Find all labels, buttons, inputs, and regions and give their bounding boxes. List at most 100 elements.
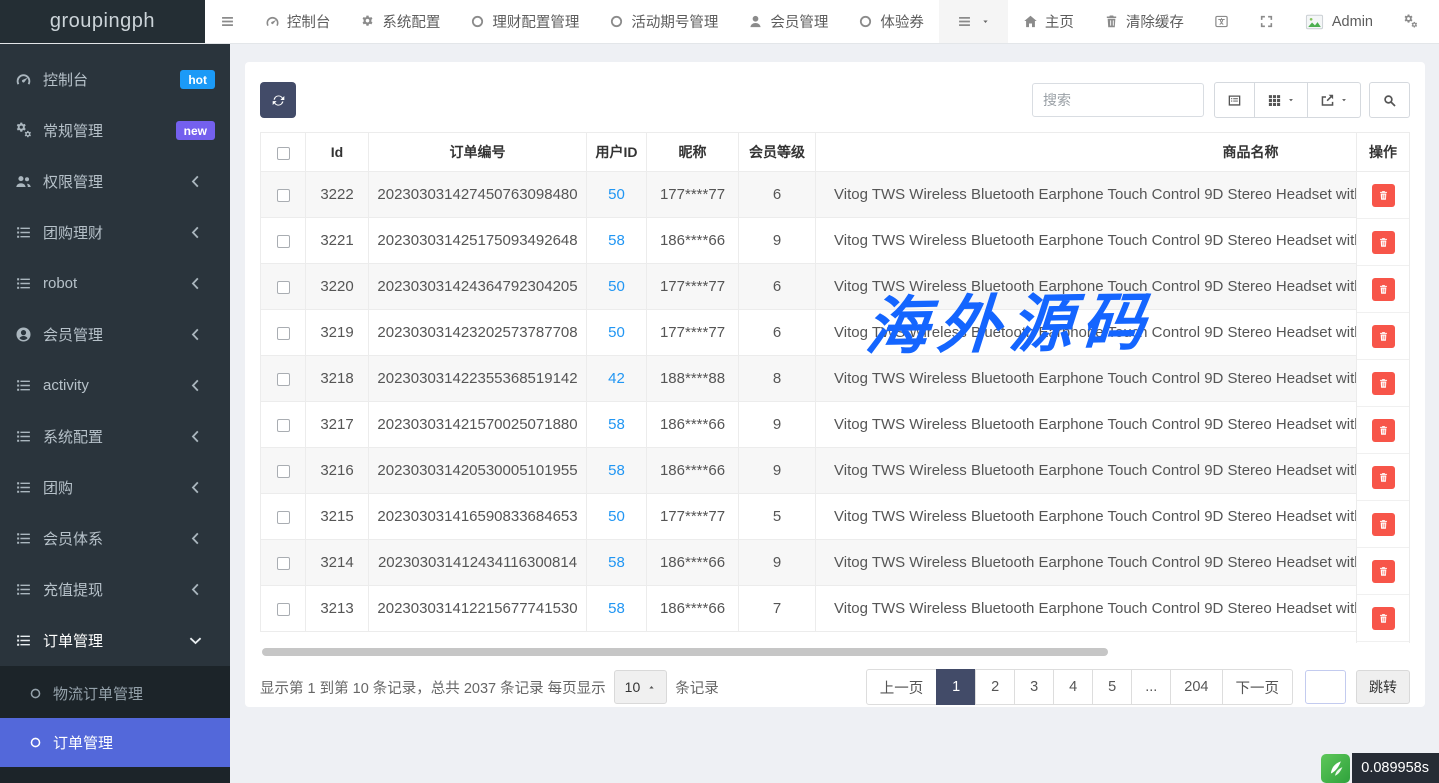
chevron-left-icon	[187, 326, 204, 343]
row-checkbox[interactable]	[277, 419, 290, 432]
delete-button[interactable]	[1372, 607, 1395, 630]
row-checkbox[interactable]	[277, 465, 290, 478]
nav-home-label: 主页	[1045, 11, 1074, 32]
user-id-link[interactable]: 42	[608, 370, 625, 387]
nav-menu-dropdown[interactable]	[939, 0, 1008, 43]
row-checkbox[interactable]	[277, 557, 290, 570]
sidebar-item-general-management[interactable]: 常规管理new	[0, 105, 230, 156]
delete-button[interactable]	[1372, 278, 1395, 301]
delete-button[interactable]	[1372, 419, 1395, 442]
sidebar-item-member-management[interactable]: 会员管理	[0, 309, 230, 360]
nav-admin-user[interactable]: Admin	[1289, 0, 1388, 43]
nav-activity-period[interactable]: 活动期号管理	[594, 0, 733, 43]
delete-button[interactable]	[1372, 466, 1395, 489]
sidebar-item-groupbuy[interactable]: 团购	[0, 462, 230, 513]
grid-icon	[1267, 93, 1282, 108]
next-page-button[interactable]: 下一页	[1222, 669, 1294, 705]
users-icon	[15, 173, 32, 190]
nav-voucher[interactable]: 体验券	[843, 0, 939, 43]
sidebar-subitem-order-management[interactable]: 订单管理	[0, 718, 230, 767]
page-204-button[interactable]: 204	[1170, 669, 1222, 705]
nav-console[interactable]: 控制台	[250, 0, 346, 43]
sidebar-item-permission-management[interactable]: 权限管理	[0, 156, 230, 207]
search-button[interactable]	[1369, 82, 1410, 118]
detail-view-button[interactable]	[1214, 82, 1255, 118]
cogs-icon	[1403, 14, 1418, 29]
nav-finance-config[interactable]: 理财配置管理	[455, 0, 594, 43]
column-header-2[interactable]: 用户ID	[587, 133, 647, 172]
row-checkbox[interactable]	[277, 511, 290, 524]
row-checkbox[interactable]	[277, 281, 290, 294]
user-id-link[interactable]: 50	[608, 186, 625, 203]
delete-button[interactable]	[1372, 513, 1395, 536]
nav-member-management-label: 会员管理	[770, 11, 828, 32]
user-id-link[interactable]: 58	[608, 462, 625, 479]
list-icon	[15, 224, 32, 241]
user-id-link[interactable]: 58	[608, 600, 625, 617]
sidebar-item-robot[interactable]: robot	[0, 258, 230, 309]
jump-button[interactable]: 跳转	[1356, 670, 1410, 704]
list-icon	[15, 581, 32, 598]
sidebar-item-console[interactable]: 控制台hot	[0, 54, 230, 105]
nav-home[interactable]: 主页	[1008, 0, 1089, 43]
nav-member-management[interactable]: 会员管理	[733, 0, 843, 43]
sidebar-item-groupbuy-finance[interactable]: 团购理财	[0, 207, 230, 258]
row-checkbox[interactable]	[277, 603, 290, 616]
delete-button[interactable]	[1372, 325, 1395, 348]
chevron-left-icon	[187, 428, 204, 445]
user-id-link[interactable]: 58	[608, 554, 625, 571]
nav-system-config[interactable]: 系统配置	[345, 0, 455, 43]
horizontal-scrollbar-thumb[interactable]	[262, 648, 1108, 656]
delete-button[interactable]	[1372, 560, 1395, 583]
nav-language[interactable]	[1199, 0, 1244, 43]
cell-product-name: Vitog TWS Wireless Bluetooth Earphone To…	[816, 172, 1411, 218]
nav-settings[interactable]	[1388, 0, 1433, 43]
page-5-button[interactable]: 5	[1092, 669, 1132, 705]
jump-page-input[interactable]	[1305, 670, 1346, 704]
user-id-link[interactable]: 50	[608, 508, 625, 525]
user-id-link[interactable]: 50	[608, 278, 625, 295]
column-header-0[interactable]: Id	[306, 133, 369, 172]
row-checkbox[interactable]	[277, 189, 290, 202]
column-header-3[interactable]: 昵称	[647, 133, 739, 172]
delete-button[interactable]	[1372, 372, 1395, 395]
sidebar-item-activity[interactable]: activity	[0, 360, 230, 411]
pagination-info-prefix: 显示第 1 到第 10 条记录，总共 2037 条记录 每页显示	[260, 677, 606, 698]
chevron-left-icon	[187, 581, 204, 598]
page-2-button[interactable]: 2	[975, 669, 1015, 705]
row-checkbox[interactable]	[277, 373, 290, 386]
prev-page-button[interactable]: 上一页	[866, 669, 938, 705]
page-4-button[interactable]: 4	[1053, 669, 1093, 705]
sidebar-item-member-system[interactable]: 会员体系	[0, 513, 230, 564]
row-checkbox[interactable]	[277, 327, 290, 340]
column-header-1[interactable]: 订单编号	[369, 133, 587, 172]
nav-clear-cache[interactable]: 清除缓存	[1089, 0, 1199, 43]
sidebar-item-order-management[interactable]: 订单管理	[0, 615, 230, 666]
delete-button[interactable]	[1372, 184, 1395, 207]
user-id-link[interactable]: 58	[608, 416, 625, 433]
delete-button[interactable]	[1372, 231, 1395, 254]
orders-table: Id订单编号用户ID昵称会员等级商品名称32222023030314274507…	[260, 132, 1410, 643]
actions-cell	[1357, 595, 1409, 642]
page-3-button[interactable]: 3	[1014, 669, 1054, 705]
columns-dropdown-button[interactable]	[1255, 82, 1308, 118]
column-header-product[interactable]: 商品名称	[816, 133, 1411, 172]
search-input[interactable]	[1032, 83, 1204, 117]
sidebar-subitem-logistics-orders[interactable]: 物流订单管理	[0, 669, 230, 718]
user-id-link[interactable]: 50	[608, 324, 625, 341]
export-dropdown-button[interactable]	[1308, 82, 1361, 118]
page-size-dropdown[interactable]: 10	[614, 670, 668, 704]
nav-fullscreen[interactable]	[1244, 0, 1289, 43]
select-all-checkbox[interactable]	[277, 147, 290, 160]
user-id-link[interactable]: 58	[608, 232, 625, 249]
page-ellipsis[interactable]: ...	[1131, 669, 1171, 705]
sidebar-item-system-config[interactable]: 系统配置	[0, 411, 230, 462]
sidebar-toggle[interactable]	[205, 0, 250, 43]
sidebar-item-groupbuy-finance-label: 团购理财	[43, 222, 187, 243]
refresh-button[interactable]	[260, 82, 296, 118]
column-header-4[interactable]: 会员等级	[739, 133, 816, 172]
row-checkbox[interactable]	[277, 235, 290, 248]
page-1-button[interactable]: 1	[936, 669, 976, 705]
sidebar-item-recharge-withdraw[interactable]: 充值提现	[0, 564, 230, 615]
cell-product-name: Vitog TWS Wireless Bluetooth Earphone To…	[816, 586, 1411, 632]
